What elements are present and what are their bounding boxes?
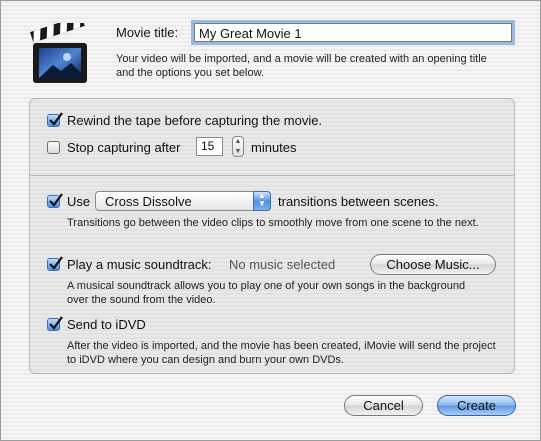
intro-text: Your video will be imported, and a movie… (116, 53, 487, 79)
checkmark-icon (49, 193, 63, 207)
music-status: No music selected (229, 257, 336, 272)
idvd-label: Send to iDVD (67, 317, 146, 332)
movie-title-label: Movie title: (116, 25, 179, 40)
transition-selected: Cross Dissolve (105, 194, 192, 209)
checkmark-icon (49, 112, 63, 126)
choose-music-button[interactable]: Choose Music... (370, 254, 496, 275)
minutes-label: minutes (251, 140, 297, 155)
music-description: A musical soundtrack allows you to play … (67, 280, 466, 306)
rewind-checkbox[interactable] (47, 112, 63, 127)
options-group: Rewind the tape before capturing the mov… (29, 98, 515, 374)
minutes-input[interactable]: 15 (196, 137, 223, 156)
stepper-down-icon[interactable]: ▼ (233, 147, 243, 156)
idvd-description: After the video is imported, and the mov… (67, 340, 496, 366)
minutes-stepper[interactable]: ▲ ▼ (232, 136, 244, 157)
music-label: Play a music soundtrack: (67, 257, 212, 272)
popup-arrows-icon: ▲ ▼ (253, 191, 271, 211)
idvd-checkbox[interactable] (47, 316, 63, 331)
group-divider (30, 175, 514, 176)
transitions-description: Transitions go between the video clips t… (67, 217, 479, 229)
cancel-button[interactable]: Cancel (344, 395, 423, 416)
music-checkbox[interactable] (47, 256, 63, 271)
stop-capturing-label: Stop capturing after (67, 140, 181, 155)
transitions-suffix-label: transitions between scenes. (278, 194, 439, 209)
rewind-label: Rewind the tape before capturing the mov… (67, 113, 323, 128)
clapperboard-icon (27, 15, 93, 87)
checkmark-icon (49, 316, 63, 330)
stepper-up-icon[interactable]: ▲ (233, 137, 243, 146)
checkmark-icon (49, 256, 63, 270)
use-label: Use (67, 194, 91, 209)
transitions-checkbox[interactable] (47, 193, 63, 208)
import-dialog: Movie title: My Great Movie 1 Your video… (0, 0, 541, 441)
movie-title-input[interactable]: My Great Movie 1 (194, 23, 512, 42)
transition-popup[interactable]: Cross Dissolve ▲ ▼ (95, 191, 271, 211)
stop-capturing-checkbox[interactable] (47, 141, 60, 154)
create-button[interactable]: Create (437, 395, 516, 416)
